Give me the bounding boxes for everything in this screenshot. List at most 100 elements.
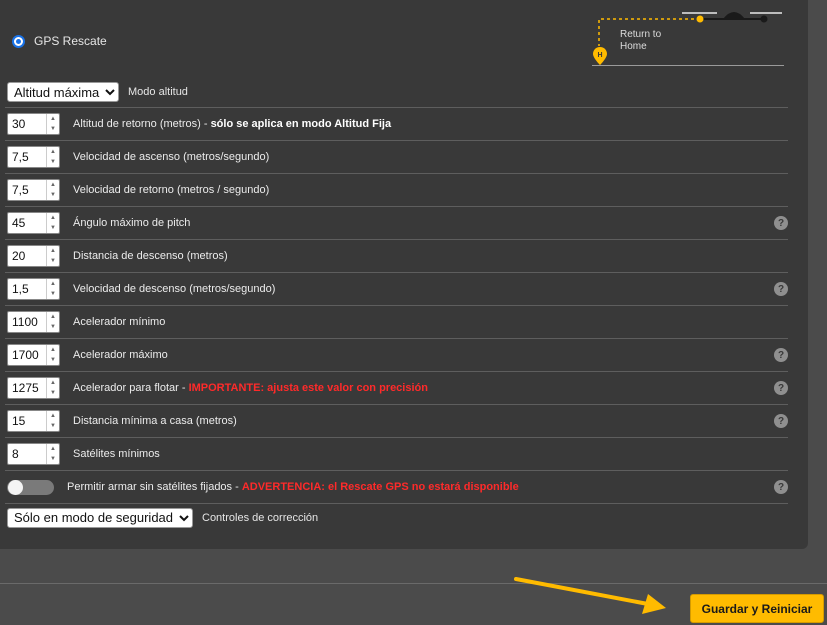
rth-divider — [592, 65, 784, 66]
parameter-row: 1275 ▲ ▼ Acelerador para flotar - IMPORTANT… — [5, 371, 788, 404]
parameter-label: Satélites mínimos — [73, 448, 160, 460]
spinner-down-icon[interactable]: ▼ — [50, 126, 56, 132]
spinner-arrows[interactable]: ▲ ▼ — [46, 444, 59, 464]
spinner-arrows[interactable]: ▲ ▼ — [46, 180, 59, 200]
spinner-value[interactable]: 45 — [12, 216, 25, 230]
parameter-row: 1700 ▲ ▼ Acelerador máximo? — [5, 338, 788, 371]
spinner-arrows[interactable]: ▲ ▼ — [46, 312, 59, 332]
number-spinner[interactable]: 1,5 ▲ ▼ — [7, 278, 60, 300]
spinner-value[interactable]: 1100 — [12, 315, 38, 329]
spinner-value[interactable]: 1700 — [12, 348, 39, 362]
spinner-arrows[interactable]: ▲ ▼ — [46, 213, 59, 233]
help-icon[interactable]: ? — [774, 480, 788, 494]
number-spinner[interactable]: 20 ▲ ▼ — [7, 245, 60, 267]
help-icon[interactable]: ? — [774, 216, 788, 230]
parameter-label: Velocidad de ascenso (metros/segundo) — [73, 151, 270, 163]
spinner-down-icon[interactable]: ▼ — [50, 291, 56, 297]
spinner-up-icon[interactable]: ▲ — [50, 413, 56, 419]
spinner-up-icon[interactable]: ▲ — [50, 347, 56, 353]
spinner-up-icon[interactable]: ▲ — [50, 380, 56, 386]
spinner-value[interactable]: 1,5 — [12, 282, 29, 296]
sanity-checks-select[interactable]: Sólo en modo de seguridad — [7, 507, 193, 528]
altitude-mode-label: Modo altitud — [128, 86, 188, 98]
spinner-value[interactable]: 8 — [12, 447, 19, 461]
parameter-label: Acelerador mínimo — [73, 316, 166, 328]
parameter-row: 7,5 ▲ ▼ Velocidad de ascenso (metros/segund… — [5, 140, 788, 173]
arm-without-fix-warning: ADVERTENCIA: el Rescate GPS no estará di… — [241, 481, 519, 493]
spinner-up-icon[interactable]: ▲ — [50, 149, 56, 155]
spinner-up-icon[interactable]: ▲ — [50, 248, 56, 254]
spinner-arrows[interactable]: ▲ ▼ — [46, 114, 59, 134]
save-and-reboot-button[interactable]: Guardar y Reiniciar — [690, 594, 824, 623]
number-spinner[interactable]: 45 ▲ ▼ — [7, 212, 60, 234]
annotation-arrow-icon — [514, 577, 666, 614]
help-icon[interactable]: ? — [774, 381, 788, 395]
spinner-down-icon[interactable]: ▼ — [50, 456, 56, 462]
spinner-value[interactable]: 30 — [12, 117, 25, 131]
footer-divider — [0, 583, 827, 584]
number-spinner[interactable]: 1700 ▲ ▼ — [7, 344, 60, 366]
spinner-arrows[interactable]: ▲ ▼ — [46, 378, 59, 398]
altitude-mode-row: Altitud máxima Modo altitud — [7, 82, 188, 102]
home-marker-letter: H — [597, 52, 602, 59]
spinner-down-icon[interactable]: ▼ — [50, 225, 56, 231]
parameter-label: Distancia mínima a casa (metros) — [73, 415, 237, 427]
rth-caption-line1: Return to — [620, 29, 662, 40]
parameter-label: Ángulo máximo de pitch — [73, 217, 191, 229]
number-spinner[interactable]: 1100 ▲ ▼ — [7, 311, 60, 333]
parameter-label: Velocidad de retorno (metros / segundo) — [73, 184, 270, 196]
spinner-arrows[interactable]: ▲ ▼ — [46, 345, 59, 365]
spinner-down-icon[interactable]: ▼ — [50, 390, 56, 396]
spinner-up-icon[interactable]: ▲ — [50, 281, 56, 287]
arm-without-fix-toggle[interactable] — [7, 479, 54, 495]
arm-without-fix-row: Permitir armar sin satélites fijados - A… — [5, 470, 788, 503]
spinner-down-icon[interactable]: ▼ — [50, 423, 56, 429]
number-spinner[interactable]: 8 ▲ ▼ — [7, 443, 60, 465]
parameter-row: 30 ▲ ▼ Altitud de retorno (metros) - sólo s… — [5, 107, 788, 140]
spinner-arrows[interactable]: ▲ ▼ — [46, 147, 59, 167]
help-icon[interactable]: ? — [774, 414, 788, 428]
parameter-row: 8 ▲ ▼ Satélites mínimos — [5, 437, 788, 470]
help-icon[interactable]: ? — [774, 348, 788, 362]
gps-rescue-label: GPS Rescate — [34, 34, 107, 48]
spinner-up-icon[interactable]: ▲ — [50, 446, 56, 452]
spinner-down-icon[interactable]: ▼ — [50, 192, 56, 198]
spinner-up-icon[interactable]: ▲ — [50, 215, 56, 221]
spinner-up-icon[interactable]: ▲ — [50, 182, 56, 188]
return-to-home-diagram: H Return to Home — [592, 0, 788, 68]
spinner-value[interactable]: 15 — [12, 414, 25, 428]
parameter-label: Acelerador máximo — [73, 349, 168, 361]
spinner-up-icon[interactable]: ▲ — [50, 314, 56, 320]
altitude-mode-select[interactable]: Altitud máxima — [7, 82, 119, 102]
spinner-arrows[interactable]: ▲ ▼ — [46, 411, 59, 431]
spinner-down-icon[interactable]: ▼ — [50, 324, 56, 330]
parameter-row: 20 ▲ ▼ Distancia de descenso (metros) — [5, 239, 788, 272]
number-spinner[interactable]: 7,5 ▲ ▼ — [7, 179, 60, 201]
spinner-down-icon[interactable]: ▼ — [50, 159, 56, 165]
parameter-label: Altitud de retorno (metros) - sólo se ap… — [73, 118, 392, 130]
spinner-up-icon[interactable]: ▲ — [50, 116, 56, 122]
spinner-value[interactable]: 1275 — [12, 381, 39, 395]
sanity-checks-row: Sólo en modo de seguridad Controles de c… — [5, 503, 788, 531]
parameter-row: 1100 ▲ ▼ Acelerador mínimo — [5, 305, 788, 338]
number-spinner[interactable]: 1275 ▲ ▼ — [7, 377, 60, 399]
help-icon[interactable]: ? — [774, 282, 788, 296]
parameter-label: Distancia de descenso (metros) — [73, 250, 228, 262]
spinner-down-icon[interactable]: ▼ — [50, 357, 56, 363]
gps-rescue-radio[interactable] — [12, 34, 25, 48]
parameter-warning: IMPORTANTE: ajusta este valor con precis… — [188, 382, 428, 394]
spinner-value[interactable]: 7,5 — [12, 183, 29, 197]
spinner-arrows[interactable]: ▲ ▼ — [46, 246, 59, 266]
number-spinner[interactable]: 15 ▲ ▼ — [7, 410, 60, 432]
spinner-down-icon[interactable]: ▼ — [50, 258, 56, 264]
number-spinner[interactable]: 7,5 ▲ ▼ — [7, 146, 60, 168]
spinner-value[interactable]: 7,5 — [12, 150, 29, 164]
gps-rescue-panel: GPS Rescate H Return to Home Altitud máx… — [0, 0, 808, 549]
parameter-note: sólo se aplica en modo Altitud Fija — [210, 118, 392, 130]
parameter-list: 30 ▲ ▼ Altitud de retorno (metros) - sólo s… — [5, 107, 788, 531]
number-spinner[interactable]: 30 ▲ ▼ — [7, 113, 60, 135]
spinner-arrows[interactable]: ▲ ▼ — [46, 279, 59, 299]
gps-rescue-option[interactable]: GPS Rescate — [12, 34, 107, 48]
spinner-value[interactable]: 20 — [12, 249, 25, 263]
arm-without-fix-label: Permitir armar sin satélites fijados - A… — [67, 481, 519, 493]
